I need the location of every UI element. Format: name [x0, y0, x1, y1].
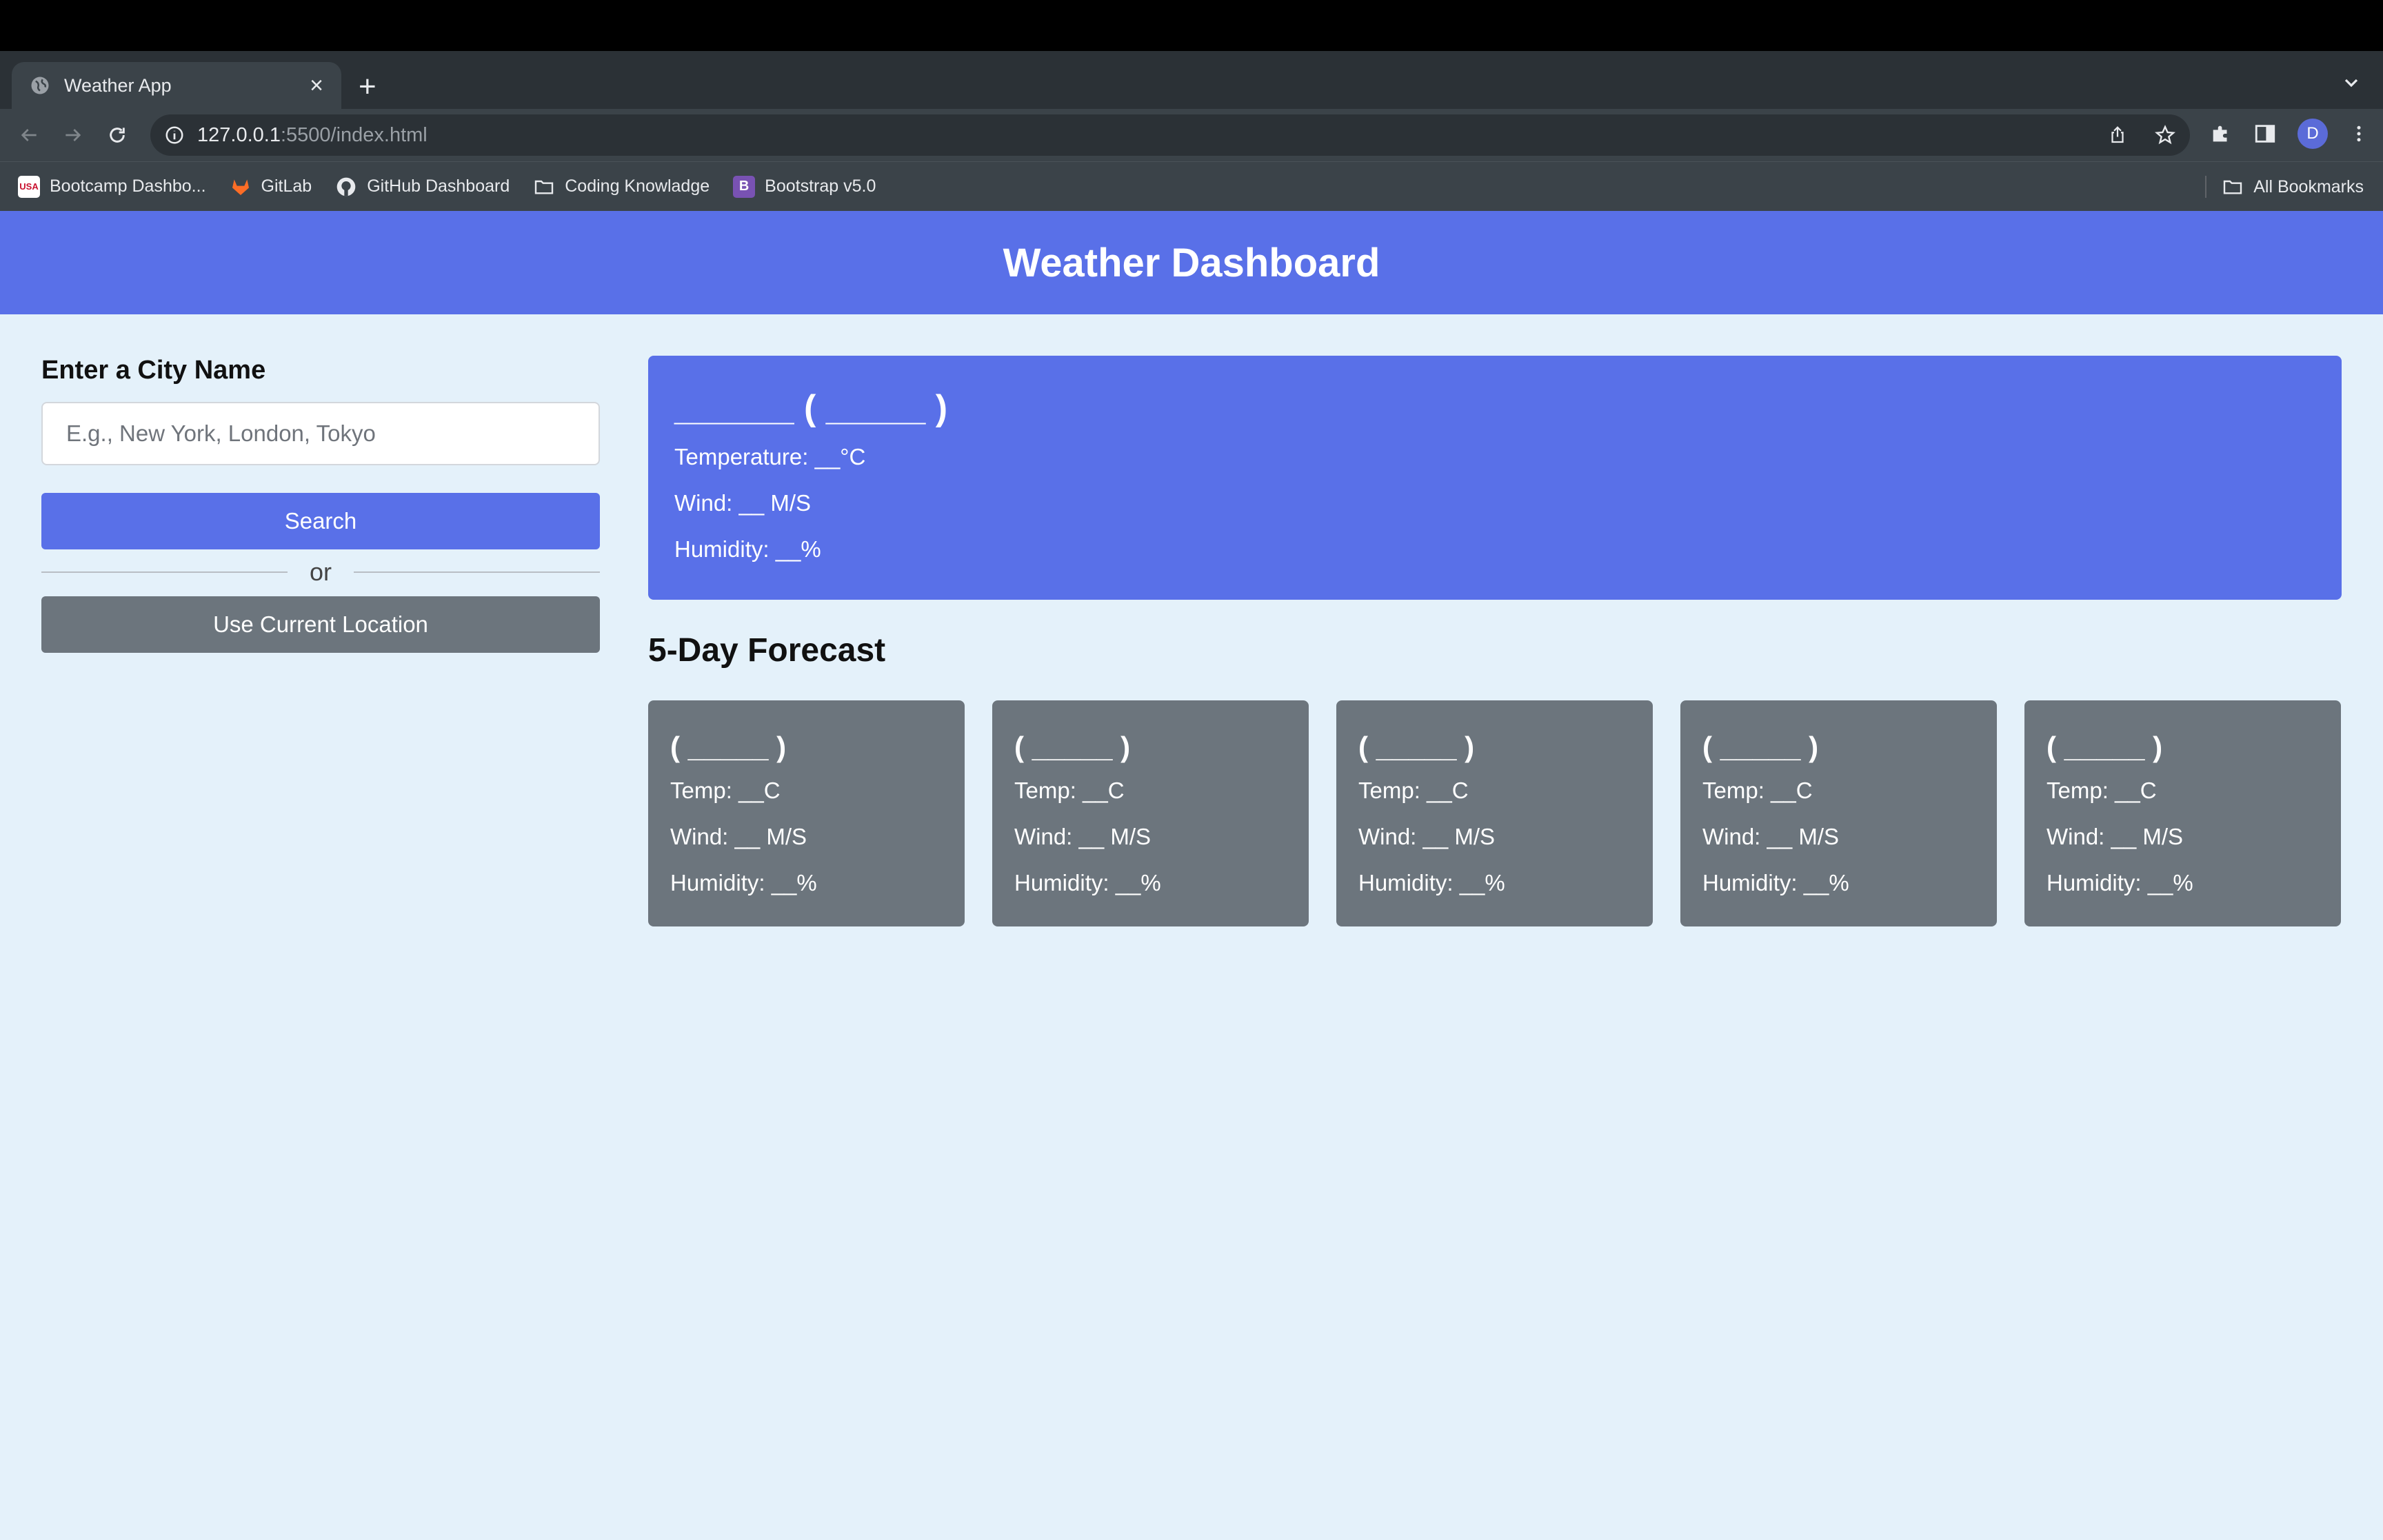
current-city-heading: ______ ( _____ ) — [674, 388, 948, 428]
usa-flag-icon: USA — [18, 175, 40, 198]
forecast-temp: Temp: __C — [1702, 778, 1813, 803]
forecast-card: ( _____ ) Temp: __C Wind: __ M/S Humidit… — [1680, 700, 1997, 926]
forecast-wind: Wind: __ M/S — [2047, 824, 2184, 849]
all-bookmarks-button[interactable]: All Bookmarks — [2205, 176, 2364, 198]
info-icon[interactable] — [164, 125, 185, 145]
extensions-icon[interactable] — [2209, 122, 2233, 145]
forecast-date: ( _____ ) — [2047, 731, 2163, 763]
github-icon — [336, 177, 356, 196]
arrow-left-icon — [21, 129, 37, 141]
forecast-wind: Wind: __ M/S — [1358, 824, 1496, 849]
bookmark-label: GitHub Dashboard — [367, 176, 510, 196]
reload-icon — [110, 128, 125, 143]
side-panel-icon[interactable] — [2253, 122, 2277, 145]
current-weather-card: ______ ( _____ ) Temperature: __°C Wind:… — [648, 356, 2342, 600]
forecast-temp: Temp: __C — [670, 778, 781, 803]
forecast-date: ( _____ ) — [670, 731, 787, 763]
forecast-card: ( _____ ) Temp: __C Wind: __ M/S Humidit… — [648, 700, 965, 926]
window-top-strip — [0, 0, 2383, 51]
forecast-humidity: Humidity: __% — [1702, 870, 1849, 895]
forecast-card: ( _____ ) Temp: __C Wind: __ M/S Humidit… — [2024, 700, 2341, 926]
globe-icon — [31, 77, 49, 94]
reload-button[interactable] — [102, 120, 132, 150]
folder-icon — [2224, 180, 2242, 194]
arrow-right-icon — [66, 129, 81, 141]
bookmark-bootstrap[interactable]: B Bootstrap v5.0 — [733, 175, 876, 198]
page-title: Weather Dashboard — [1003, 240, 1380, 285]
use-current-location-button[interactable]: Use Current Location — [41, 596, 600, 653]
forecast-humidity: Humidity: __% — [670, 870, 817, 895]
divider-line — [354, 571, 601, 573]
star-icon[interactable] — [2154, 124, 2176, 146]
forecast-date: ( _____ ) — [1358, 731, 1475, 763]
address-bar[interactable]: 127.0.0.1:5500/index.html — [150, 114, 2190, 156]
forecast-wind: Wind: __ M/S — [1702, 824, 1840, 849]
gitlab-icon — [232, 179, 249, 195]
tab-title: Weather App — [64, 74, 172, 96]
forecast-card: ( _____ ) Temp: __C Wind: __ M/S Humidit… — [992, 700, 1309, 926]
more-menu-icon[interactable] — [2349, 122, 2369, 145]
forecast-temp: Temp: __C — [1358, 778, 1469, 803]
bookmark-coding-knowledge[interactable]: Coding Knowladge — [533, 176, 710, 198]
forecast-temp: Temp: __C — [1014, 778, 1125, 803]
close-tab-icon[interactable]: × — [310, 74, 323, 97]
new-tab-icon[interactable]: + — [359, 72, 376, 102]
bookmark-bootcamp[interactable]: USA Bootcamp Dashbo... — [18, 175, 206, 198]
app-header: Weather Dashboard — [0, 211, 2383, 314]
divider-line — [41, 571, 288, 573]
forecast-temp: Temp: __C — [2047, 778, 2157, 803]
forecast-row: ( _____ ) Temp: __C Wind: __ M/S Humidit… — [648, 700, 2341, 926]
forward-button[interactable] — [58, 120, 88, 150]
or-text: or — [310, 558, 332, 586]
city-input-label: Enter a City Name — [41, 356, 266, 385]
forecast-card: ( _____ ) Temp: __C Wind: __ M/S Humidit… — [1336, 700, 1653, 926]
forecast-wind: Wind: __ M/S — [1014, 824, 1152, 849]
bookmark-gitlab[interactable]: GitLab — [230, 176, 312, 198]
bookmarks-bar: USA Bootcamp Dashbo... GitLab GitHub Das… — [0, 161, 2383, 211]
forecast-date: ( _____ ) — [1014, 731, 1131, 763]
browser-toolbar: 127.0.0.1:5500/index.html D — [0, 109, 2383, 161]
browser-tab[interactable]: Weather App × — [12, 62, 341, 109]
forecast-wind: Wind: __ M/S — [670, 824, 807, 849]
chevron-down-icon[interactable] — [2340, 72, 2362, 94]
forecast-humidity: Humidity: __% — [1014, 870, 1161, 895]
or-divider: or — [41, 558, 601, 587]
back-button[interactable] — [14, 120, 44, 150]
bookmark-label: GitLab — [261, 176, 312, 196]
search-sidebar: Enter a City Name Search or Use Current … — [41, 356, 601, 653]
folder-icon — [535, 180, 554, 194]
bookmark-label: Coding Knowladge — [565, 176, 710, 196]
bootstrap-icon: B — [733, 175, 756, 198]
forecast-title: 5-Day Forecast — [648, 632, 886, 669]
bookmark-label: Bootcamp Dashbo... — [50, 176, 206, 196]
profile-avatar[interactable]: D — [2297, 119, 2328, 149]
city-search-input[interactable] — [41, 402, 600, 465]
bookmark-github[interactable]: GitHub Dashboard — [335, 176, 510, 198]
forecast-date: ( _____ ) — [1702, 731, 1819, 763]
bookmark-label: Bootstrap v5.0 — [765, 176, 876, 196]
url-path: :5500/index.html — [280, 123, 428, 146]
current-wind: Wind: __ M/S — [674, 490, 812, 516]
search-button[interactable]: Search — [41, 493, 600, 549]
current-humidity: Humidity: __% — [674, 536, 821, 562]
url-host: 127.0.0.1 — [197, 123, 281, 146]
current-temperature: Temperature: __°C — [674, 444, 866, 469]
all-bookmarks-label: All Bookmarks — [2253, 176, 2364, 196]
forecast-humidity: Humidity: __% — [1358, 870, 1505, 895]
forecast-humidity: Humidity: __% — [2047, 870, 2193, 895]
tab-bar: Weather App × + — [0, 51, 2383, 109]
share-icon[interactable] — [2107, 125, 2128, 145]
